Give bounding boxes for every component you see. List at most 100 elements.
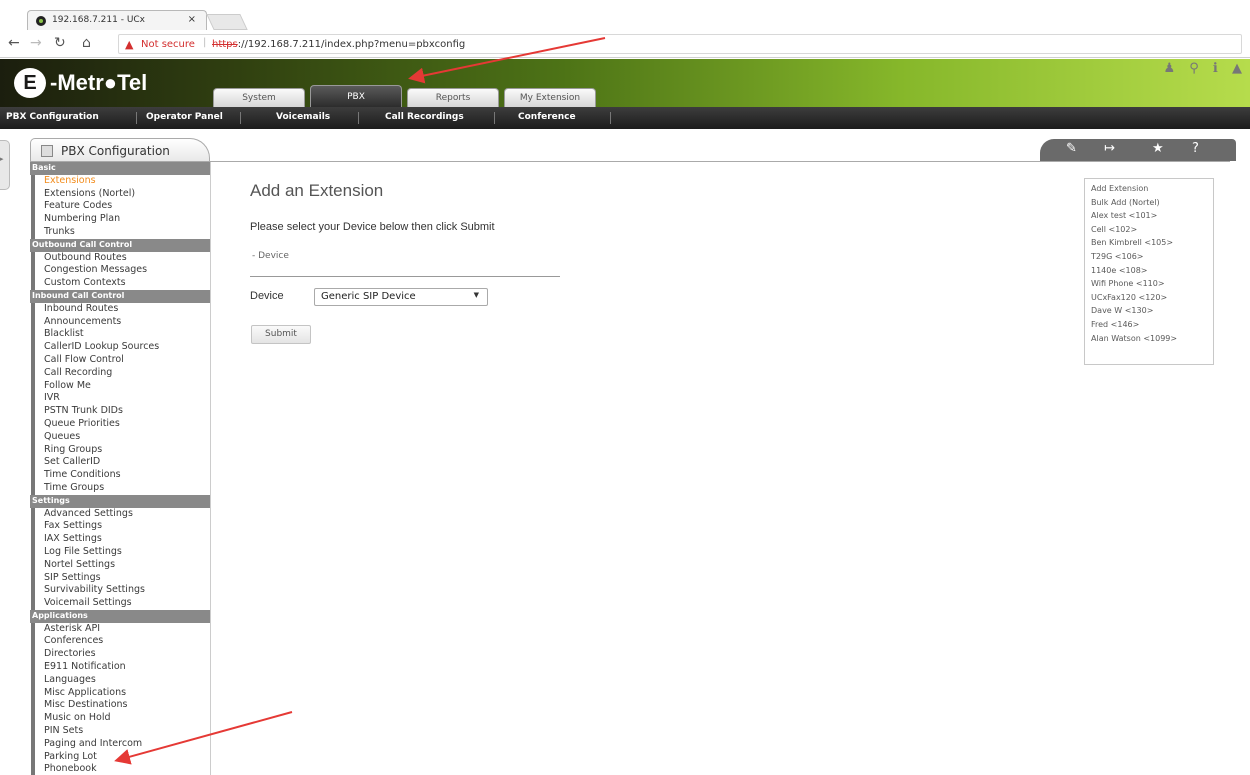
tab-system[interactable]: System: [213, 88, 305, 107]
sidebar-item-ivr[interactable]: IVR: [31, 392, 210, 406]
sidebar-item-misc-destinations[interactable]: Misc Destinations: [31, 699, 210, 713]
menu-conference[interactable]: Conference: [518, 112, 576, 122]
sidebar-item-sip-settings[interactable]: SIP Settings: [31, 571, 210, 585]
browser-tab-title: 192.168.7.211 - UCx: [52, 15, 146, 25]
page-title: PBX Configuration: [61, 144, 170, 158]
sidebar-item-trunks[interactable]: Trunks: [31, 225, 210, 239]
sidebar-item-time-groups[interactable]: Time Groups: [31, 481, 210, 495]
sidebar-item-outbound-routes[interactable]: Outbound Routes: [31, 251, 210, 265]
sidebar-item-callerid-lookup-sources[interactable]: CallerID Lookup Sources: [31, 341, 210, 354]
extension-link[interactable]: Ben Kimbrell <105>: [1091, 236, 1213, 250]
sidebar-item-parking-lot[interactable]: Parking Lot: [31, 750, 210, 764]
sidebar-item-fax-settings[interactable]: Fax Settings: [31, 520, 210, 534]
sidebar-item-conferences[interactable]: Conferences: [31, 635, 210, 649]
device-select[interactable]: Generic SIP Device ▼: [314, 288, 488, 306]
sidebar-item-numbering-plan[interactable]: Numbering Plan: [31, 213, 210, 226]
page-toolbar: ✎ ↦ ★ ?: [1040, 139, 1236, 161]
sidebar-item-set-callerid[interactable]: Set CallerID: [31, 456, 210, 470]
user-icon[interactable]: ♟: [1163, 61, 1175, 76]
extension-link[interactable]: Fred <146>: [1091, 318, 1213, 332]
search-icon[interactable]: ⚲: [1189, 61, 1199, 76]
sidebar-item-feature-codes[interactable]: Feature Codes: [31, 200, 210, 214]
home-icon[interactable]: ⌂: [82, 35, 91, 51]
browser-tabstrip: 192.168.7.211 - UCx ×: [0, 0, 1250, 30]
sidebar-item-pin-sets[interactable]: PIN Sets: [31, 725, 210, 738]
url-separator: |: [203, 37, 207, 48]
extension-link[interactable]: Dave W <130>: [1091, 304, 1213, 318]
sidebar-item-e911-notification[interactable]: E911 Notification: [31, 661, 210, 674]
help-icon[interactable]: ?: [1192, 141, 1199, 156]
sidebar-item-ring-groups[interactable]: Ring Groups: [31, 443, 210, 457]
sidebar-item-paging-and-intercom[interactable]: Paging and Intercom: [31, 737, 210, 751]
sidebar-item-log-file-settings[interactable]: Log File Settings: [31, 545, 210, 559]
device-select-value: Generic SIP Device: [321, 291, 416, 302]
tab-my-extension[interactable]: My Extension: [504, 88, 596, 107]
dropdown-arrow-icon: ▼: [473, 291, 479, 299]
menu-operator-panel[interactable]: Operator Panel: [146, 112, 223, 122]
new-tab-button[interactable]: [206, 14, 248, 30]
close-tab-icon[interactable]: ×: [188, 14, 196, 25]
sidebar-item-advanced-settings[interactable]: Advanced Settings: [31, 507, 210, 521]
sidebar-item-inbound-routes[interactable]: Inbound Routes: [31, 302, 210, 316]
extension-link[interactable]: UCxFax120 <120>: [1091, 291, 1213, 305]
sidebar-nav: Basic Extensions Extensions (Nortel) Featur…: [30, 162, 211, 775]
sidebar-item-time-conditions[interactable]: Time Conditions: [31, 469, 210, 482]
logout-icon[interactable]: ▲: [1232, 61, 1242, 76]
extension-link[interactable]: T29G <106>: [1091, 250, 1213, 264]
sidebar-item-iax-settings[interactable]: IAX Settings: [31, 533, 210, 546]
sidebar-item-misc-applications[interactable]: Misc Applications: [31, 686, 210, 700]
header-icons: ♟ ⚲ ℹ ▲: [1153, 61, 1242, 76]
sidebar-item-music-on-hold[interactable]: Music on Hold: [31, 712, 210, 726]
sidebar-item-queue-priorities[interactable]: Queue Priorities: [31, 417, 210, 431]
nav-section-header: Basic: [30, 162, 210, 175]
module-icon: [41, 145, 53, 157]
menu-voicemails[interactable]: Voicemails: [276, 112, 330, 122]
sidebar-item-nortel-settings[interactable]: Nortel Settings: [31, 558, 210, 572]
menu-pbx-configuration[interactable]: PBX Configuration: [6, 112, 99, 122]
nav-section-header: Inbound Call Control: [30, 289, 210, 303]
sidebar-item-announcements[interactable]: Announcements: [31, 315, 210, 329]
submit-button[interactable]: Submit: [251, 325, 311, 344]
extension-link[interactable]: 1140e <108>: [1091, 264, 1213, 278]
extension-link[interactable]: Wifi Phone <110>: [1091, 277, 1213, 291]
sidebar-item-phonebook[interactable]: Phonebook: [31, 763, 210, 775]
extension-link[interactable]: Bulk Add (Nortel): [1091, 196, 1213, 210]
info-icon[interactable]: ℹ: [1213, 61, 1218, 76]
address-bar: ← → ↻ ⌂ ▲ Not secure | https://192.168.7…: [0, 30, 1250, 58]
tab-reports[interactable]: Reports: [407, 88, 499, 107]
sidebar-item-pstn-trunk-dids[interactable]: PSTN Trunk DIDs: [31, 405, 210, 418]
reload-icon[interactable]: ↻: [54, 35, 66, 51]
sidebar-item-voicemail-settings[interactable]: Voicemail Settings: [31, 597, 210, 610]
url-input[interactable]: ▲ Not secure | https://192.168.7.211/ind…: [118, 34, 1242, 54]
sidebar-item-asterisk-api[interactable]: Asterisk API: [31, 622, 210, 636]
sidebar-item-custom-contexts[interactable]: Custom Contexts: [31, 277, 210, 290]
sidebar-item-languages[interactable]: Languages: [31, 673, 210, 687]
device-label: Device: [250, 290, 284, 302]
sidebar-item-survivability-settings[interactable]: Survivability Settings: [31, 584, 210, 598]
tab-pbx[interactable]: PBX: [310, 85, 402, 107]
sidebar-item-extensions[interactable]: Extensions: [31, 174, 210, 188]
sidebar-item-follow-me[interactable]: Follow Me: [31, 379, 210, 393]
sidebar-item-directories[interactable]: Directories: [31, 648, 210, 662]
edit-icon[interactable]: ✎: [1066, 141, 1077, 156]
extension-link[interactable]: Add Extension: [1091, 182, 1213, 196]
browser-tab[interactable]: 192.168.7.211 - UCx ×: [27, 10, 207, 30]
sidebar-item-extensions-nortel[interactable]: Extensions (Nortel): [31, 187, 210, 201]
sidebar-item-call-flow-control[interactable]: Call Flow Control: [31, 353, 210, 367]
sidebar-item-queues[interactable]: Queues: [31, 430, 210, 444]
star-icon[interactable]: ★: [1152, 141, 1164, 156]
forward-icon[interactable]: →: [30, 35, 42, 51]
extension-link[interactable]: Cell <102>: [1091, 223, 1213, 237]
menu-call-recordings[interactable]: Call Recordings: [385, 112, 464, 122]
sidebar-item-congestion-messages[interactable]: Congestion Messages: [31, 264, 210, 278]
extension-link[interactable]: Alex test <101>: [1091, 209, 1213, 223]
back-icon[interactable]: ←: [8, 35, 20, 51]
sidebar-item-call-recording[interactable]: Call Recording: [31, 366, 210, 380]
collapse-sidebar-handle[interactable]: ▸: [0, 140, 10, 190]
nav-section-header: Settings: [30, 494, 210, 508]
expand-icon[interactable]: ↦: [1104, 141, 1115, 156]
url-scheme: https: [212, 39, 238, 50]
menu-separator: [494, 112, 495, 124]
sidebar-item-blacklist[interactable]: Blacklist: [31, 328, 210, 342]
extension-link[interactable]: Alan Watson <1099>: [1091, 332, 1213, 346]
